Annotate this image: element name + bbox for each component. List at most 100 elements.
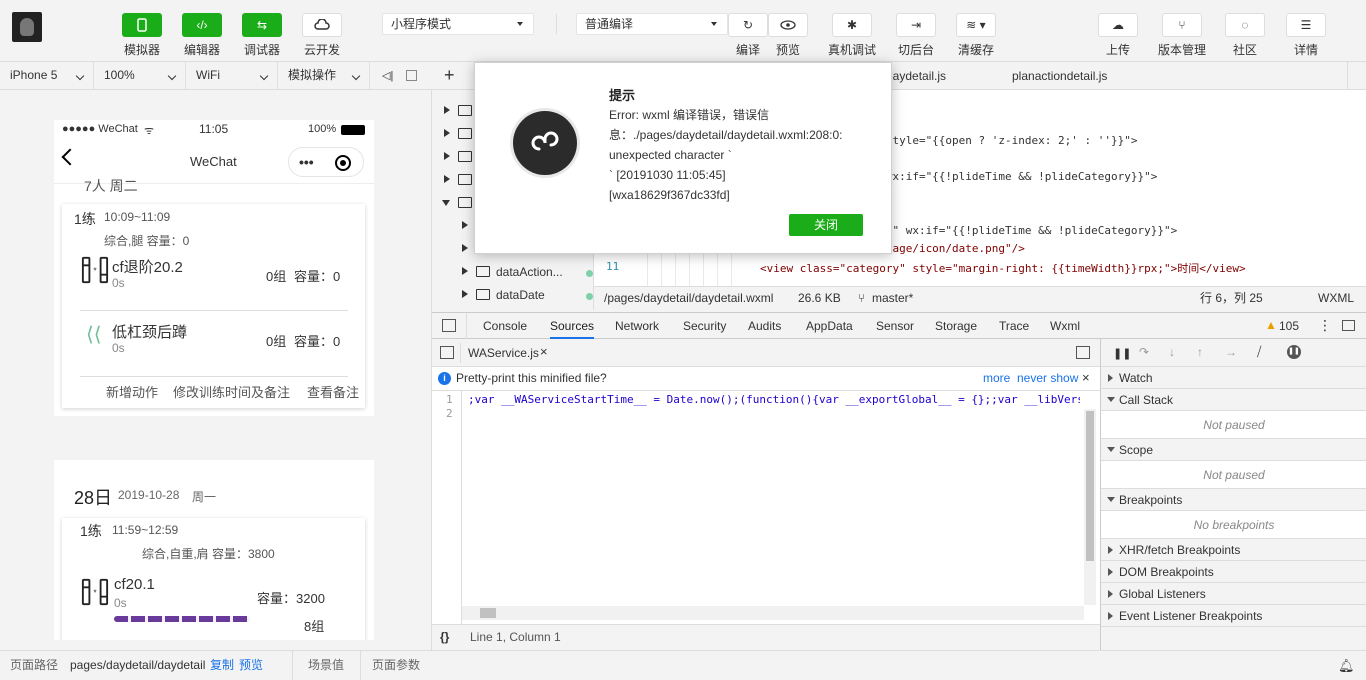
exercise-capacity: 容量：0: [294, 334, 341, 349]
version-button[interactable]: ⑂ 版本管理: [1152, 8, 1212, 58]
network-value: WiFi: [196, 68, 220, 82]
tab-daydetail-js[interactable]: daydetail.js: [886, 69, 946, 83]
chevron-right-icon: [1108, 612, 1113, 620]
tab-appdata[interactable]: AppData: [806, 313, 853, 339]
source-code-view[interactable]: 1 ;var __WAServiceStartTime__ = Date.now(…: [432, 391, 1100, 624]
page-params-button[interactable]: 页面参数: [372, 651, 420, 680]
editor-button[interactable]: ‹/› 编辑器: [172, 8, 232, 58]
pretty-print-icon[interactable]: {}: [440, 625, 449, 650]
tab-planactiondetail-js[interactable]: planactiondetail.js: [1012, 69, 1107, 83]
debugger-button[interactable]: ⇆ 调试器: [232, 8, 292, 58]
debugger-section-xhr-fetch-breakpoints[interactable]: XHR/fetch Breakpoints: [1101, 539, 1366, 561]
inspect-icon[interactable]: [442, 319, 456, 332]
chevron-right-icon[interactable]: [444, 175, 450, 183]
add-action-link[interactable]: 新增动作: [106, 382, 158, 401]
toggle-navigator-icon[interactable]: [440, 346, 454, 359]
source-file-tab[interactable]: WAService.js: [468, 346, 539, 360]
clear-cache-button[interactable]: ≋ ▾ 清缓存: [946, 8, 1006, 58]
dock-icon[interactable]: [1342, 320, 1355, 331]
debugger-section-call-stack[interactable]: Call Stack: [1101, 389, 1366, 411]
close-miniapp-icon[interactable]: [335, 155, 351, 171]
tab-sources[interactable]: Sources: [550, 313, 595, 339]
close-button[interactable]: 关闭: [789, 214, 863, 236]
tab-storage[interactable]: Storage: [935, 313, 977, 339]
never-show-link[interactable]: never show: [1017, 367, 1078, 390]
warning-icon[interactable]: ▲: [1265, 318, 1277, 332]
close-icon[interactable]: ×: [1082, 366, 1090, 389]
network-select[interactable]: WiFi: [186, 62, 278, 89]
status-file: /pages/daydetail/daydetail.wxml: [604, 291, 774, 305]
vertical-scrollbar[interactable]: [1084, 409, 1096, 605]
community-button[interactable]: ◌ 社区: [1215, 8, 1275, 58]
debugger-section-global-listeners[interactable]: Global Listeners: [1101, 583, 1366, 605]
chevron-right-icon[interactable]: [444, 129, 450, 137]
user-avatar[interactable]: [12, 12, 42, 42]
step-out-icon[interactable]: ↑: [1197, 345, 1203, 359]
details-button[interactable]: ☰ 详情: [1276, 8, 1336, 58]
chevron-right-icon[interactable]: [444, 106, 450, 114]
add-file-icon[interactable]: +: [444, 65, 455, 86]
kebab-menu-icon[interactable]: ⋮: [1318, 317, 1332, 334]
tab-security[interactable]: Security: [683, 313, 726, 339]
remote-debug-button[interactable]: ✱ 真机调试: [822, 8, 882, 58]
chevron-right-icon[interactable]: [444, 152, 450, 160]
pretty-print-text: Pretty-print this minified file?: [456, 371, 607, 385]
window-icon[interactable]: [406, 70, 417, 81]
operation-select[interactable]: 模拟操作: [278, 62, 370, 89]
deactivate-breakpoints-icon[interactable]: ⧸: [1257, 344, 1261, 360]
operation-value: 模拟操作: [288, 68, 337, 82]
cloud-dev-button[interactable]: 云开发: [292, 8, 352, 58]
debugger-section-watch[interactable]: Watch: [1101, 367, 1366, 389]
step-into-icon[interactable]: ↓: [1169, 345, 1175, 359]
tab-audits[interactable]: Audits: [748, 313, 781, 339]
line-number: 11: [606, 260, 620, 273]
copy-link[interactable]: 复制: [210, 651, 234, 680]
chevron-right-icon[interactable]: [462, 244, 468, 252]
file-tree-label: dataAction...: [496, 265, 563, 279]
chevron-right-icon[interactable]: [462, 267, 468, 275]
tab-trace[interactable]: Trace: [999, 313, 1029, 339]
debugger-section-dom-breakpoints[interactable]: DOM Breakpoints: [1101, 561, 1366, 583]
file-tree-item[interactable]: dataDate: [460, 286, 610, 306]
debugger-section-scope[interactable]: Scope: [1101, 439, 1366, 461]
step-over-icon[interactable]: ↷: [1139, 345, 1149, 359]
warning-count[interactable]: 105: [1279, 319, 1299, 333]
mute-icon[interactable]: ◁|: [382, 69, 393, 82]
back-icon[interactable]: [61, 148, 79, 166]
compile-select[interactable]: 普通编译: [576, 13, 728, 35]
horizontal-scrollbar[interactable]: [462, 606, 1084, 620]
simulator-button[interactable]: 模拟器: [112, 8, 172, 58]
chevron-right-icon[interactable]: [462, 221, 468, 229]
pause-on-exceptions-icon[interactable]: ❚❚: [1287, 345, 1301, 359]
edit-time-link[interactable]: 修改训练时间及备注: [173, 382, 290, 401]
zoom-select[interactable]: 100%: [94, 62, 186, 89]
view-notes-link[interactable]: 查看备注: [307, 382, 359, 401]
tab-wxml[interactable]: Wxml: [1050, 313, 1080, 339]
background-button[interactable]: ⇥ 切后台: [886, 8, 946, 58]
file-tree-item[interactable]: dataAction...: [460, 263, 610, 283]
bell-icon[interactable]: 🔔︎: [1338, 651, 1355, 680]
toggle-debugger-icon[interactable]: [1076, 346, 1090, 359]
tab-network[interactable]: Network: [615, 313, 659, 339]
upload-button[interactable]: ☁ 上传: [1088, 8, 1148, 58]
tab-console[interactable]: Console: [483, 313, 527, 339]
preview-link[interactable]: 预览: [239, 651, 263, 680]
mode-select[interactable]: 小程序模式: [382, 13, 534, 35]
device-select[interactable]: iPhone 5: [0, 62, 94, 89]
preview-button[interactable]: 预览: [758, 8, 818, 58]
pause-icon[interactable]: ❚❚: [1113, 347, 1131, 360]
chevron-down-icon[interactable]: [442, 200, 450, 206]
close-tab-icon[interactable]: ×: [540, 344, 548, 359]
scene-value-button[interactable]: 场景值: [308, 651, 344, 680]
bug-icon: ✱: [832, 13, 872, 37]
debugger-section-label: DOM Breakpoints: [1119, 565, 1214, 579]
chevron-right-icon[interactable]: [462, 290, 468, 298]
source-line: ;var __WAServiceStartTime__ = Date.now()…: [468, 393, 1080, 406]
more-icon[interactable]: •••: [299, 154, 314, 170]
debugger-section-event-listener-breakpoints[interactable]: Event Listener Breakpoints: [1101, 605, 1366, 627]
capsule-menu[interactable]: •••: [288, 147, 364, 177]
more-link[interactable]: more: [983, 367, 1010, 390]
step-icon[interactable]: →: [1225, 345, 1237, 359]
debugger-section-breakpoints[interactable]: Breakpoints: [1101, 489, 1366, 511]
tab-sensor[interactable]: Sensor: [876, 313, 914, 339]
